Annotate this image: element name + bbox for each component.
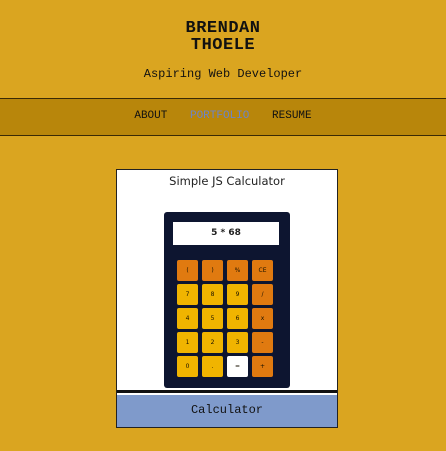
key-3: 3: [227, 332, 248, 353]
key-multiply: x: [252, 308, 273, 329]
key-1: 1: [177, 332, 198, 353]
card-caption[interactable]: Calculator: [117, 395, 337, 427]
name-first: BRENDAN: [185, 19, 261, 38]
key-9: 9: [227, 284, 248, 305]
key-equals: =: [227, 356, 248, 377]
screenshot-title: Simple JS Calculator: [169, 174, 285, 188]
key-clear-entry: CE: [252, 260, 273, 281]
nav-bar: ABOUT PORTFOLIO RESUME: [0, 98, 446, 136]
key-4: 4: [177, 308, 198, 329]
key-divide: /: [252, 284, 273, 305]
key-add: +: [252, 356, 273, 377]
key-close-paren: ): [202, 260, 223, 281]
calculator-preview-image: 5 * 68 ( ) % CE 7 8 9 / 4 5 6 x 1 2 3 - …: [164, 212, 290, 388]
tagline: Aspiring Web Developer: [143, 67, 303, 81]
card-divider: [117, 390, 337, 393]
key-decimal: .: [202, 356, 223, 377]
key-percent: %: [227, 260, 248, 281]
key-7: 7: [177, 284, 198, 305]
site-owner-name: BRENDAN THOELE: [0, 20, 446, 54]
key-5: 5: [202, 308, 223, 329]
calculator-keypad: ( ) % CE 7 8 9 / 4 5 6 x 1 2 3 - 0 . = +: [177, 260, 281, 377]
nav-link-resume[interactable]: RESUME: [272, 110, 312, 122]
key-8: 8: [202, 284, 223, 305]
key-2: 2: [202, 332, 223, 353]
nav-link-portfolio[interactable]: PORTFOLIO: [190, 110, 249, 122]
portfolio-card-calculator[interactable]: Simple JS Calculator 5 * 68 ( ) % CE 7 8…: [116, 169, 338, 428]
key-6: 6: [227, 308, 248, 329]
calculator-display: 5 * 68: [173, 222, 279, 245]
key-open-paren: (: [177, 260, 198, 281]
name-last: THOELE: [190, 36, 256, 55]
key-subtract: -: [252, 332, 273, 353]
nav-links: ABOUT PORTFOLIO RESUME: [0, 110, 446, 122]
key-0: 0: [177, 356, 198, 377]
nav-link-about[interactable]: ABOUT: [134, 110, 167, 122]
